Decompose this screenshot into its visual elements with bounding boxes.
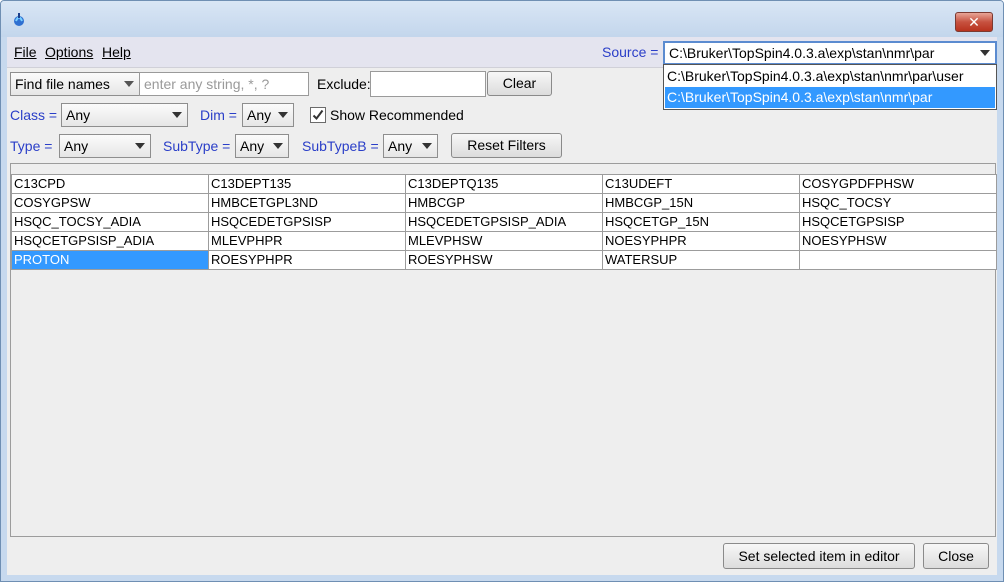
table-row: COSYGPSW HMBCETGPL3ND HMBCGP HMBCGP_15N HSQC… <box>11 193 997 213</box>
dim-label: Dim = <box>200 107 237 123</box>
grid-cell <box>799 250 997 270</box>
close-button[interactable]: Close <box>923 543 989 569</box>
grid-cell[interactable]: C13CPD <box>11 174 209 194</box>
reset-filters-button[interactable]: Reset Filters <box>451 133 562 158</box>
subtypeb-combo[interactable]: Any <box>383 134 438 158</box>
grid-cell[interactable]: ROESYPHPR <box>208 250 406 270</box>
grid-cell[interactable]: NOESYPHPR <box>602 231 800 251</box>
grid-cell[interactable]: C13UDEFT <box>602 174 800 194</box>
grid-cell[interactable]: C13DEPTQ135 <box>405 174 603 194</box>
table-row: HSQCETGPSISP_ADIA MLEVPHPR MLEVPHSW NOESYPH… <box>11 231 997 251</box>
search-placeholder: enter any string, *, ? <box>144 76 270 92</box>
window-close-button[interactable]: ✕ <box>955 12 993 32</box>
menu-help[interactable]: Help <box>102 44 131 60</box>
parameter-set-table: C13CPD C13DEPT135 C13DEPTQ135 C13UDEFT COSYG… <box>11 174 997 270</box>
menu-options[interactable]: Options <box>45 44 93 60</box>
source-option-par[interactable]: C:\Bruker\TopSpin4.0.3.a\exp\stan\nmr\pa… <box>665 87 995 108</box>
source-value: C:\Bruker\TopSpin4.0.3.a\exp\stan\nmr\pa… <box>669 45 935 61</box>
grid-cell[interactable]: HSQCETGP_15N <box>602 212 800 232</box>
grid-cell[interactable]: HMBCETGPL3ND <box>208 193 406 213</box>
grid-cell[interactable]: ROESYPHSW <box>405 250 603 270</box>
grid-cell[interactable]: PROTON <box>11 250 209 270</box>
show-recommended-label: Show Recommended <box>330 107 464 123</box>
topspin-app-icon <box>14 13 24 26</box>
grid-cell[interactable]: HSQCETGPSISP <box>799 212 997 232</box>
grid-cell[interactable]: HSQCEDETGPSISP_ADIA <box>405 212 603 232</box>
chevron-down-icon <box>135 143 145 149</box>
chevron-down-icon <box>172 112 182 118</box>
menu-options-label: Options <box>45 44 94 60</box>
grid-cell[interactable]: HMBCGP_15N <box>602 193 800 213</box>
chevron-down-icon <box>124 81 134 87</box>
search-mode-combo[interactable]: Find file names <box>10 72 140 96</box>
subtype-value: Any <box>240 138 265 154</box>
clear-button[interactable]: Clear <box>487 71 552 96</box>
subtype-label: SubType = <box>163 138 231 154</box>
parameter-set-grid: C13CPD C13DEPT135 C13DEPTQ135 C13UDEFT COSYG… <box>10 163 997 537</box>
chevron-down-icon <box>422 143 432 149</box>
type-combo[interactable]: Any <box>59 134 151 158</box>
grid-cell[interactable]: COSYGPDFPHSW <box>799 174 997 194</box>
table-row: HSQC_TOCSY_ADIA HSQCEDETGPSISP HSQCEDETGPS… <box>11 212 997 232</box>
set-in-editor-button[interactable]: Set selected item in editor <box>723 543 915 569</box>
grid-cell[interactable]: MLEVPHSW <box>405 231 603 251</box>
checkmark-icon <box>312 109 324 121</box>
type-label: Type = <box>10 138 53 154</box>
grid-cell[interactable]: HMBCGP <box>405 193 603 213</box>
set-in-editor-label: Set selected item in editor <box>738 548 900 564</box>
grid-cell[interactable]: HSQC_TOCSY_ADIA <box>11 212 209 232</box>
grid-cell[interactable]: HSQCETGPSISP_ADIA <box>11 231 209 251</box>
chevron-down-icon <box>273 143 283 149</box>
subtypeb-label: SubTypeB = <box>302 138 379 154</box>
show-recommended-checkbox[interactable] <box>310 107 326 123</box>
grid-cell[interactable]: NOESYPHSW <box>799 231 997 251</box>
chevron-down-icon <box>980 50 990 56</box>
menu-file-label: File <box>14 44 37 60</box>
table-row: PROTON ROESYPHPR ROESYPHSW WATERSUP <box>11 250 997 270</box>
subtypeb-value: Any <box>388 138 413 154</box>
type-value: Any <box>64 138 89 154</box>
grid-cell[interactable]: HSQCEDETGPSISP <box>208 212 406 232</box>
grid-cell[interactable]: C13DEPT135 <box>208 174 406 194</box>
grid-cell[interactable]: WATERSUP <box>602 250 800 270</box>
subtype-combo[interactable]: Any <box>235 134 289 158</box>
class-label: Class = <box>10 107 58 123</box>
parameter-set-window: ✕ File Options Help Source = C:\Bruker\T… <box>0 0 1004 582</box>
source-combo[interactable]: C:\Bruker\TopSpin4.0.3.a\exp\stan\nmr\pa… <box>663 41 997 65</box>
close-button-label: Close <box>938 548 974 564</box>
grid-cell[interactable]: MLEVPHPR <box>208 231 406 251</box>
dim-combo[interactable]: Any <box>242 103 294 127</box>
exclude-input[interactable] <box>370 71 486 97</box>
grid-cell[interactable]: HSQC_TOCSY <box>799 193 997 213</box>
table-row: C13CPD C13DEPT135 C13DEPTQ135 C13UDEFT COSYG… <box>11 174 997 194</box>
search-mode-value: Find file names <box>15 76 110 92</box>
dim-value: Any <box>247 107 272 123</box>
class-combo[interactable]: Any <box>61 103 188 127</box>
close-icon: ✕ <box>968 14 980 30</box>
exclude-label: Exclude: <box>317 76 371 92</box>
search-input[interactable]: enter any string, *, ? <box>139 72 309 96</box>
class-value: Any <box>66 107 91 123</box>
grid-cell[interactable]: COSYGPSW <box>11 193 209 213</box>
source-dropdown-list: C:\Bruker\TopSpin4.0.3.a\exp\stan\nmr\pa… <box>663 64 997 110</box>
client-area: File Options Help Source = C:\Bruker\Top… <box>7 37 997 575</box>
menu-file[interactable]: File <box>14 44 37 60</box>
title-bar: ✕ <box>1 1 1003 37</box>
menu-help-label: Help <box>102 44 131 60</box>
source-label: Source = <box>602 44 659 60</box>
source-option-user[interactable]: C:\Bruker\TopSpin4.0.3.a\exp\stan\nmr\pa… <box>665 66 995 87</box>
chevron-down-icon <box>278 112 288 118</box>
